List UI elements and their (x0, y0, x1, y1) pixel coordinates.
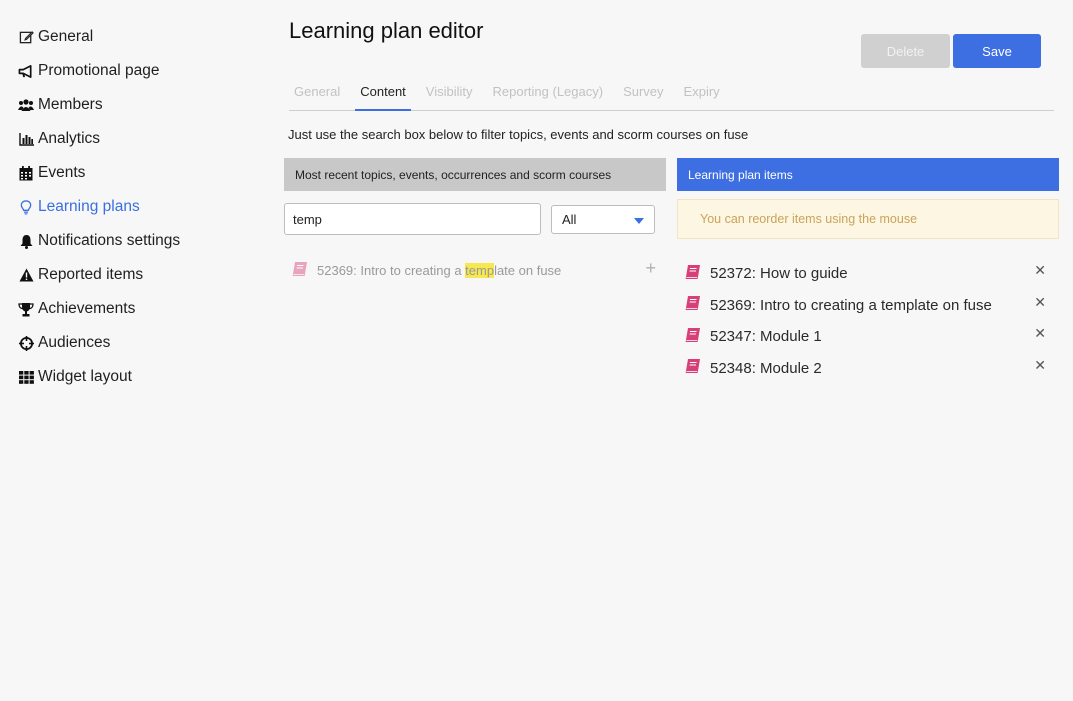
type-filter-value: All (562, 212, 577, 227)
lightbulb-icon (18, 199, 34, 215)
megaphone-icon (18, 63, 34, 79)
list-item-label: 52347: Module 1 (710, 328, 822, 346)
tab-bar: General Content Visibility Reporting (Le… (289, 80, 1054, 111)
sidebar-item-label: Reported items (38, 266, 144, 283)
trophy-icon (18, 301, 34, 317)
remove-icon[interactable]: ✕ (1034, 262, 1046, 279)
book-icon (684, 264, 702, 284)
chart-icon (18, 131, 34, 147)
sidebar-item-label: Audiences (38, 334, 111, 351)
remove-icon[interactable]: ✕ (1034, 294, 1046, 311)
sidebar-item-promotional-page[interactable]: Promotional page (18, 54, 248, 88)
sidebar-item-events[interactable]: Events (18, 156, 248, 190)
sidebar-item-achievements[interactable]: Achievements (18, 292, 248, 326)
remove-icon[interactable]: ✕ (1034, 357, 1046, 374)
recent-items-header: Most recent topics, events, occurrences … (284, 158, 666, 191)
edit-icon (18, 29, 34, 45)
sidebar-item-widget-layout[interactable]: Widget layout (18, 360, 248, 394)
list-item-label: 52348: Module 2 (710, 359, 822, 377)
sidebar-item-label: Promotional page (38, 62, 160, 79)
reorder-notice: You can reorder items using the mouse (677, 199, 1059, 239)
list-item-label: 52372: How to guide (710, 265, 848, 283)
sidebar-item-analytics[interactable]: Analytics (18, 122, 248, 156)
sidebar-item-members[interactable]: Members (18, 88, 248, 122)
sidebar-item-label: Notifications settings (38, 232, 181, 249)
tab-general[interactable]: General (289, 80, 345, 105)
learning-plan-list: 52372: How to guide ✕ 52369: Intro to cr… (684, 258, 1046, 384)
list-item[interactable]: 52372: How to guide ✕ (684, 258, 1046, 290)
calendar-icon (18, 165, 34, 181)
book-icon (291, 261, 309, 280)
sidebar-item-notifications-settings[interactable]: Notifications settings (18, 224, 248, 258)
book-icon (684, 358, 702, 378)
sidebar-item-general[interactable]: General (18, 20, 248, 54)
list-item-label: 52369: Intro to creating a template on f… (710, 296, 992, 314)
sidebar-item-label: Achievements (38, 300, 136, 317)
sidebar-item-label: Learning plans (38, 198, 140, 215)
sidebar-item-label: Members (38, 96, 103, 113)
search-highlight: temp (465, 262, 495, 278)
delete-button[interactable]: Delete (861, 34, 950, 68)
sidebar-item-label: Analytics (38, 130, 101, 147)
search-result-item[interactable]: 52369: Intro to creating a template on f… (291, 259, 656, 281)
sidebar-item-label: General (38, 28, 94, 45)
sidebar-item-audiences[interactable]: Audiences (18, 326, 248, 360)
sidebar-item-learning-plans[interactable]: Learning plans (18, 190, 248, 224)
search-result-label: 52369: Intro to creating a template on f… (317, 262, 562, 278)
search-hint: Just use the search box below to filter … (288, 127, 749, 142)
page-title: Learning plan editor (289, 18, 484, 43)
chevron-down-icon (634, 217, 644, 224)
bell-icon (18, 233, 34, 249)
users-icon (18, 97, 34, 113)
warning-icon (18, 267, 34, 283)
crosshair-icon (18, 335, 34, 351)
tab-survey[interactable]: Survey (618, 80, 668, 105)
save-button[interactable]: Save (953, 34, 1041, 68)
remove-icon[interactable]: ✕ (1034, 325, 1046, 342)
list-item[interactable]: 52369: Intro to creating a template on f… (684, 290, 1046, 322)
sidebar-item-label: Widget layout (38, 368, 132, 385)
list-item[interactable]: 52347: Module 1 ✕ (684, 321, 1046, 353)
tab-content[interactable]: Content (355, 80, 411, 111)
tab-expiry[interactable]: Expiry (679, 80, 725, 105)
search-input[interactable] (284, 203, 541, 235)
book-icon (684, 327, 702, 347)
learning-plan-items-header: Learning plan items (677, 158, 1059, 191)
sidebar-item-label: Events (38, 164, 86, 181)
book-icon (684, 295, 702, 315)
tab-visibility[interactable]: Visibility (421, 80, 478, 105)
add-icon[interactable]: + (645, 259, 656, 277)
type-filter-select[interactable]: All (551, 205, 655, 234)
tab-reporting-legacy[interactable]: Reporting (Legacy) (488, 80, 609, 105)
list-item[interactable]: 52348: Module 2 ✕ (684, 353, 1046, 385)
sidebar-item-reported-items[interactable]: Reported items (18, 258, 248, 292)
sidebar: General Promotional page Members Analyti… (18, 20, 248, 394)
grid-icon (18, 369, 34, 385)
